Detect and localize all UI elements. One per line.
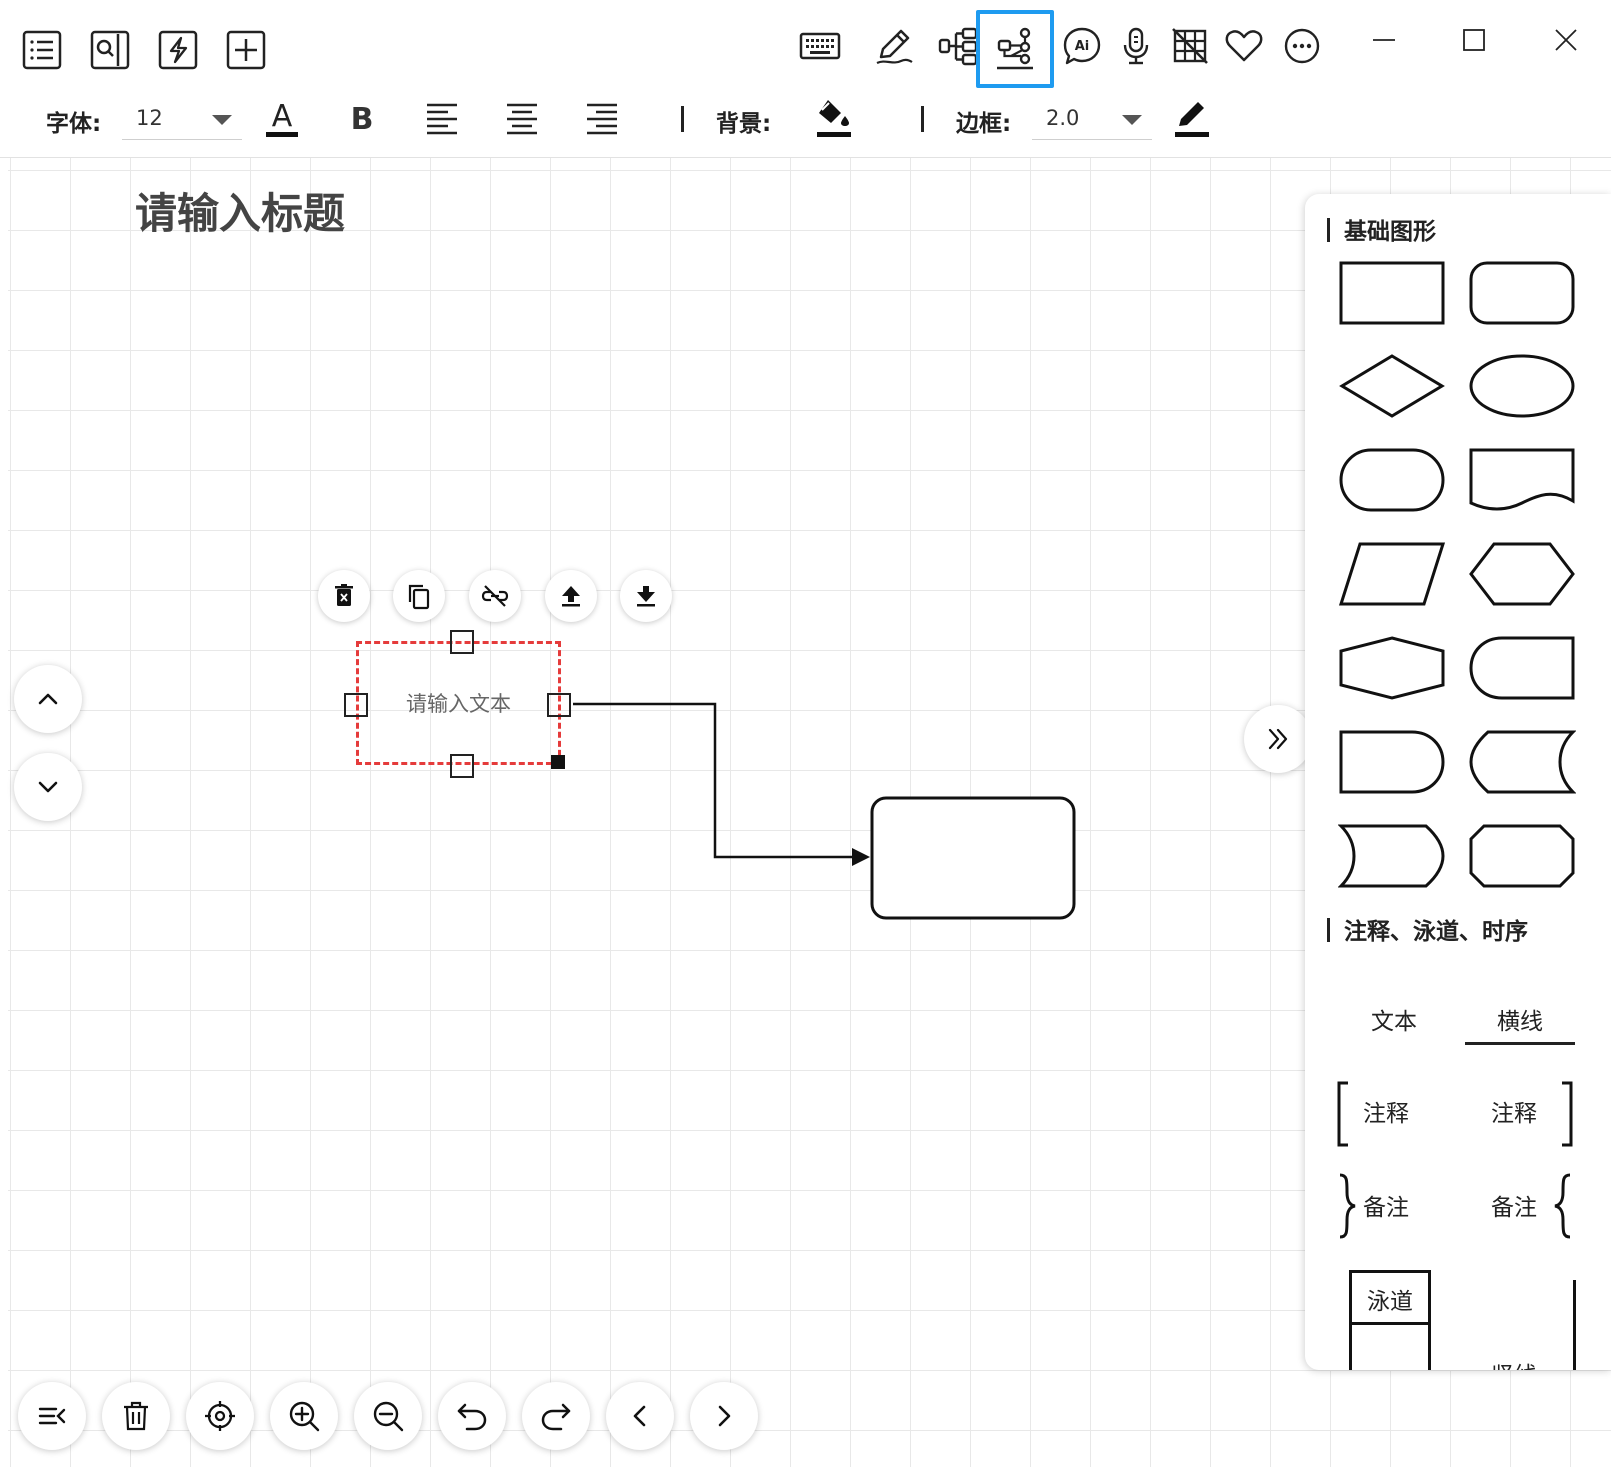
align-center-icon[interactable] [498,94,546,142]
prev-icon[interactable] [606,1382,674,1450]
shape-parallelogram[interactable] [1337,538,1447,610]
tab-text[interactable]: 文本 [1339,1002,1449,1036]
shape-preparation[interactable] [1337,632,1447,704]
bring-forward-icon[interactable] [545,570,597,622]
more-icon[interactable] [1278,22,1326,70]
copy-icon[interactable] [393,570,445,622]
swimlane-label: 泳道 [1367,1289,1413,1315]
basic-shapes-heading: 基础图形 [1327,212,1436,246]
shape-document[interactable] [1467,444,1577,516]
text-color-icon[interactable]: A [258,94,306,142]
shape-stored-data[interactable] [1467,726,1577,798]
connection-handle-top[interactable] [450,630,474,654]
vertical-line-label: 竖线 [1491,1356,1537,1370]
font-size-value: 12 [136,106,163,130]
active-tab-indicator [1465,1042,1575,1045]
chevron-down-icon [1122,115,1142,125]
separator [921,106,924,132]
locate-icon[interactable] [186,1382,254,1450]
lightning-icon[interactable] [154,26,202,74]
scroll-down-button[interactable] [14,753,82,821]
chevron-down-icon [38,781,58,793]
connection-handle-right[interactable] [547,693,571,717]
align-right-icon[interactable] [578,94,626,142]
vertical-line-shape[interactable] [1573,1280,1576,1370]
align-left-icon[interactable] [418,94,466,142]
trash-icon[interactable] [102,1382,170,1450]
outline-icon[interactable] [18,26,66,74]
separator [681,106,684,132]
search-doc-icon[interactable] [86,26,134,74]
selected-node-text[interactable]: 请输入文本 [356,688,561,718]
svg-text:Ai: Ai [1075,39,1090,54]
right-bracket-icon [1562,1081,1573,1147]
border-width-select[interactable]: 2.0 [1032,98,1152,140]
collapse-menu-icon[interactable] [18,1382,86,1450]
double-chevron-right-icon [1268,728,1288,750]
pen-icon[interactable] [870,22,918,70]
scroll-up-button[interactable] [14,665,82,733]
tab-hline[interactable]: 横线 [1465,1002,1575,1036]
note-right[interactable]: 备注 [1491,1188,1537,1222]
top-toolbar: Ai 字体: 12 A B 背景: 边框: 2.0 [0,0,1611,158]
swimlane-divider [1349,1322,1431,1325]
border-color-icon[interactable] [1168,94,1216,142]
shape-library-panel: 基础图形 注释、泳道、时序 文本 横线 注释 注释 备注 备注 泳道 [1305,194,1611,1370]
shape-octagon[interactable] [1467,820,1577,892]
shape-rounded-rectangle[interactable] [1467,256,1577,328]
flowchart-icon[interactable] [976,10,1054,88]
chevron-down-icon [212,115,232,125]
shape-rectangle[interactable] [1337,256,1447,328]
chevron-up-icon [38,693,58,705]
right-brace-icon [1339,1173,1356,1239]
shape-delay[interactable] [1337,726,1447,798]
keyboard-icon[interactable] [796,22,844,70]
redo-icon[interactable] [522,1382,590,1450]
note-left[interactable]: 备注 [1363,1188,1409,1222]
svg-text:B: B [351,102,374,137]
resize-handle[interactable] [551,755,565,769]
add-icon[interactable] [222,26,270,74]
heart-icon[interactable] [1220,22,1268,70]
connection-handle-bottom[interactable] [450,754,474,778]
shape-card[interactable] [1467,632,1577,704]
grid-off-icon[interactable] [1166,22,1214,70]
mindmap-icon[interactable] [934,22,982,70]
bold-icon[interactable]: B [338,94,386,142]
collapse-panel-button[interactable] [1244,705,1312,773]
font-size-select[interactable]: 12 [122,98,242,140]
shape-hexagon[interactable] [1467,538,1577,610]
shape-diamond[interactable] [1337,350,1447,422]
connector-line [573,702,852,859]
font-label: 字体: [46,111,102,137]
background-label: 背景: [716,111,772,137]
send-backward-icon[interactable] [620,570,672,622]
connection-handle-left[interactable] [344,693,368,717]
rounded-rectangle-node [870,796,1076,920]
zoom-out-icon[interactable] [354,1382,422,1450]
unlink-icon[interactable] [469,570,521,622]
border-width-value: 2.0 [1046,106,1080,130]
svg-text:A: A [272,99,293,134]
maximize-icon[interactable] [1448,14,1500,66]
annotation-heading: 注释、泳道、时序 [1327,912,1528,946]
annotation-right[interactable]: 注释 [1491,1094,1537,1128]
zoom-in-icon[interactable] [270,1382,338,1450]
minimize-icon[interactable] [1358,14,1410,66]
microphone-icon[interactable] [1112,22,1160,70]
undo-icon[interactable] [438,1382,506,1450]
left-brace-icon [1554,1173,1571,1239]
border-label: 边框: [956,111,1012,137]
fill-bucket-icon[interactable] [810,94,858,142]
delete-icon[interactable] [318,570,370,622]
shape-terminator[interactable] [1337,444,1447,516]
next-icon[interactable] [690,1382,758,1450]
close-icon[interactable] [1540,14,1592,66]
ai-chat-icon[interactable]: Ai [1058,22,1106,70]
shape-stored-data-reverse[interactable] [1337,820,1447,892]
shape-ellipse[interactable] [1467,350,1577,422]
annotation-left[interactable]: 注释 [1363,1094,1409,1128]
connector-arrowhead [852,848,870,866]
left-bracket-icon [1337,1081,1348,1147]
